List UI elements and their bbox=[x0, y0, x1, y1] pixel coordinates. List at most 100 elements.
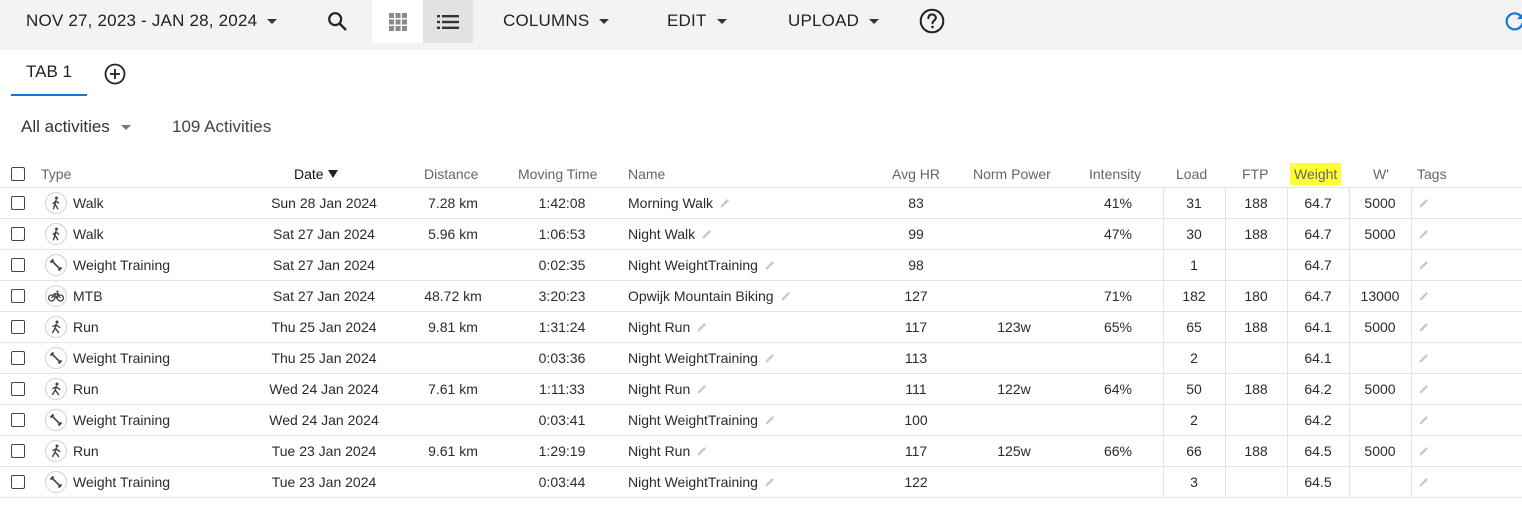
row-checkbox[interactable] bbox=[11, 405, 25, 435]
activity-weight: 64.2 bbox=[1304, 381, 1332, 397]
header-ftp[interactable]: FTP bbox=[1242, 160, 1268, 187]
activity-w-prime: 5000 bbox=[1364, 226, 1396, 242]
row-checkbox[interactable] bbox=[11, 250, 25, 280]
activity-name-cell[interactable]: Night WeightTraining bbox=[628, 405, 776, 435]
activity-avg-hr: 99 bbox=[908, 226, 924, 242]
select-all-checkbox[interactable] bbox=[11, 160, 25, 187]
table-row[interactable]: Weight Training Wed 24 Jan 2024 0:03:41 Nig… bbox=[0, 404, 1522, 435]
activity-count: 109 Activities bbox=[172, 117, 272, 136]
header-weight[interactable]: Weight bbox=[1290, 160, 1342, 187]
edit-pencil-icon[interactable] bbox=[764, 259, 776, 271]
row-checkbox[interactable] bbox=[11, 219, 25, 249]
activity-ftp bbox=[1225, 467, 1287, 497]
activity-load: 66 bbox=[1186, 443, 1202, 459]
edit-pencil-icon[interactable] bbox=[780, 290, 792, 302]
activity-moving-time: 1:11:33 bbox=[539, 381, 585, 397]
row-checkbox[interactable] bbox=[11, 188, 25, 218]
table-row[interactable]: MTB Sat 27 Jan 2024 48.72 km 3:20:23 Opwijk … bbox=[0, 280, 1522, 311]
activity-date: Sat 27 Jan 2024 bbox=[273, 257, 375, 273]
activity-name-cell[interactable]: Night WeightTraining bbox=[628, 343, 776, 373]
activity-name-cell[interactable]: Night WeightTraining bbox=[628, 250, 776, 280]
header-load[interactable]: Load bbox=[1176, 160, 1207, 187]
edit-tags-icon[interactable] bbox=[1411, 343, 1437, 373]
row-checkbox[interactable] bbox=[11, 374, 25, 404]
edit-pencil-icon[interactable] bbox=[701, 228, 713, 240]
header-type[interactable]: Type bbox=[41, 160, 71, 187]
activity-name-cell[interactable]: Opwijk Mountain Biking bbox=[628, 281, 792, 311]
upload-menu-button[interactable]: UPLOAD bbox=[788, 0, 880, 42]
activity-name-cell[interactable]: Night Run bbox=[628, 312, 708, 342]
header-intensity[interactable]: Intensity bbox=[1089, 160, 1141, 187]
activity-moving-time: 1:29:19 bbox=[538, 443, 586, 459]
activity-name-cell[interactable]: Night Run bbox=[628, 374, 708, 404]
toolbar: NOV 27, 2023 - JAN 28, 2024 COLUMNS EDIT… bbox=[0, 0, 1522, 50]
table-row[interactable]: Weight Training Tue 23 Jan 2024 0:03:44 Nig… bbox=[0, 466, 1522, 497]
activity-weight: 64.7 bbox=[1304, 257, 1332, 273]
header-moving-time[interactable]: Moving Time bbox=[518, 160, 597, 187]
grid-view-button[interactable] bbox=[372, 0, 423, 43]
activity-load: 182 bbox=[1182, 288, 1206, 304]
edit-tags-icon[interactable] bbox=[1411, 436, 1437, 466]
activity-weight: 64.1 bbox=[1304, 350, 1332, 366]
row-checkbox[interactable] bbox=[11, 467, 25, 497]
header-tags[interactable]: Tags bbox=[1417, 160, 1447, 187]
header-norm-power[interactable]: Norm Power bbox=[973, 160, 1051, 187]
tab-1[interactable]: TAB 1 bbox=[11, 50, 87, 96]
edit-tags-icon[interactable] bbox=[1411, 219, 1437, 249]
edit-tags-icon[interactable] bbox=[1411, 374, 1437, 404]
activity-intensity bbox=[1085, 405, 1151, 435]
edit-pencil-icon[interactable] bbox=[696, 321, 708, 333]
edit-pencil-icon[interactable] bbox=[696, 383, 708, 395]
row-checkbox[interactable] bbox=[11, 312, 25, 342]
date-range-selector[interactable]: NOV 27, 2023 - JAN 28, 2024 bbox=[26, 0, 278, 42]
activity-distance bbox=[410, 405, 496, 435]
edit-pencil-icon[interactable] bbox=[764, 414, 776, 426]
add-tab-button[interactable] bbox=[104, 63, 126, 85]
row-checkbox[interactable] bbox=[11, 343, 25, 373]
table-row[interactable]: Walk Sun 28 Jan 2024 7.28 km 1:42:08 Morning… bbox=[0, 187, 1522, 218]
edit-tags-icon[interactable] bbox=[1411, 250, 1437, 280]
date-range-label: NOV 27, 2023 - JAN 28, 2024 bbox=[26, 11, 258, 30]
activity-filter-select[interactable]: All activities bbox=[21, 116, 131, 138]
activity-name-cell[interactable]: Night Run bbox=[628, 436, 708, 466]
edit-pencil-icon[interactable] bbox=[764, 476, 776, 488]
edit-pencil-icon[interactable] bbox=[696, 445, 708, 457]
columns-menu-button[interactable]: COLUMNS bbox=[503, 0, 610, 42]
header-name[interactable]: Name bbox=[628, 160, 665, 187]
help-button[interactable] bbox=[918, 0, 946, 42]
activity-name-cell[interactable]: Morning Walk bbox=[628, 188, 731, 218]
edit-tags-icon[interactable] bbox=[1411, 312, 1437, 342]
activity-type-icon-badge bbox=[45, 343, 67, 373]
table-row[interactable]: Walk Sat 27 Jan 2024 5.96 km 1:06:53 Night W… bbox=[0, 218, 1522, 249]
table-row[interactable]: Weight Training Thu 25 Jan 2024 0:03:36 Nig… bbox=[0, 342, 1522, 373]
activity-type: Weight Training bbox=[73, 350, 171, 366]
table-row[interactable]: Weight Training Sat 27 Jan 2024 0:02:35 Nig… bbox=[0, 249, 1522, 280]
header-w-prime[interactable]: W' bbox=[1373, 160, 1389, 187]
edit-tags-icon[interactable] bbox=[1411, 281, 1437, 311]
refresh-button[interactable] bbox=[1500, 0, 1522, 42]
search-button[interactable] bbox=[318, 0, 356, 42]
table-row[interactable]: Run Thu 25 Jan 2024 9.81 km 1:31:24 Night Ru… bbox=[0, 311, 1522, 342]
list-view-button[interactable] bbox=[423, 0, 473, 43]
row-checkbox[interactable] bbox=[11, 281, 25, 311]
edit-tags-icon[interactable] bbox=[1411, 467, 1437, 497]
table-row[interactable]: Run Tue 23 Jan 2024 9.61 km 1:29:19 Night Ru… bbox=[0, 435, 1522, 466]
header-avg-hr[interactable]: Avg HR bbox=[892, 160, 940, 187]
activity-name-cell[interactable]: Night WeightTraining bbox=[628, 467, 776, 497]
edit-menu-button[interactable]: EDIT bbox=[667, 0, 727, 42]
activity-norm-power bbox=[980, 188, 1048, 218]
header-date[interactable]: Date bbox=[294, 160, 338, 187]
edit-pencil-icon[interactable] bbox=[764, 352, 776, 364]
activity-date: Wed 24 Jan 2024 bbox=[269, 381, 379, 397]
edit-pencil-icon[interactable] bbox=[719, 197, 731, 209]
activity-name: Night Run bbox=[628, 443, 691, 459]
header-distance[interactable]: Distance bbox=[424, 160, 478, 187]
edit-tags-icon[interactable] bbox=[1411, 405, 1437, 435]
columns-label: COLUMNS bbox=[503, 11, 590, 30]
table-row[interactable]: Run Wed 24 Jan 2024 7.61 km 1:11:33 Night Ru… bbox=[0, 373, 1522, 404]
activity-ftp: 188 bbox=[1244, 381, 1268, 397]
edit-tags-icon[interactable] bbox=[1411, 188, 1437, 218]
activity-name-cell[interactable]: Night Walk bbox=[628, 219, 713, 249]
row-checkbox[interactable] bbox=[11, 436, 25, 466]
activity-date: Thu 25 Jan 2024 bbox=[271, 350, 377, 366]
